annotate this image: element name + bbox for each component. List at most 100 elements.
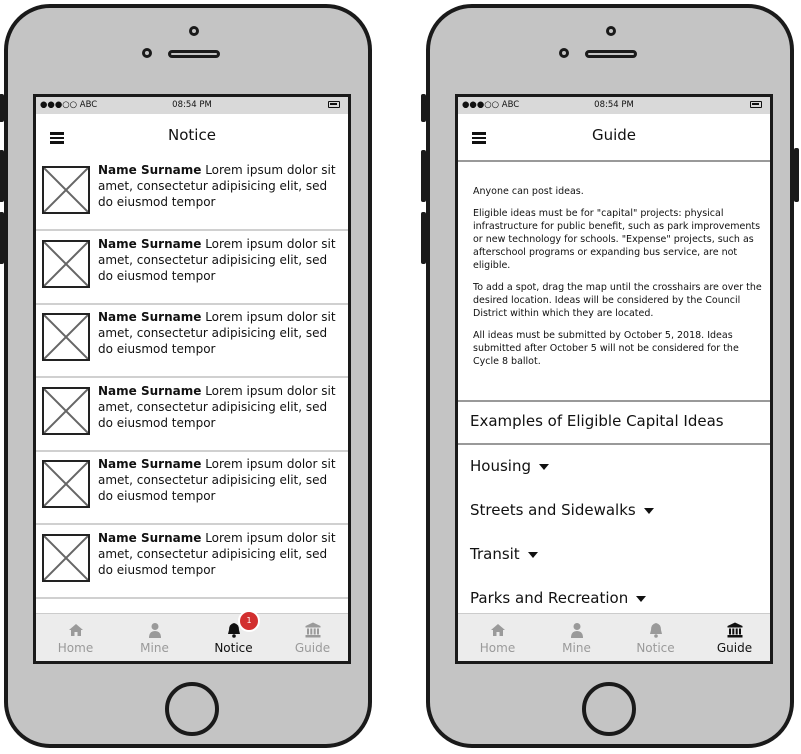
mute-switch bbox=[421, 94, 426, 122]
notice-screen: ●●●○○ ABC 08:54 PM Notice Name Surname L… bbox=[33, 94, 351, 664]
notice-text: Name Surname Lorem ipsum dolor sit amet,… bbox=[98, 162, 338, 210]
home-icon bbox=[68, 622, 84, 638]
guide-paragraph: Anyone can post ideas. bbox=[473, 186, 584, 197]
person-icon bbox=[147, 622, 163, 638]
tab-mine[interactable]: Mine bbox=[115, 614, 194, 661]
notice-item[interactable]: Name Surname Lorem ipsum dolor sit amet,… bbox=[36, 526, 348, 599]
divider bbox=[458, 400, 770, 402]
volume-up-button bbox=[0, 150, 4, 202]
image-placeholder bbox=[42, 386, 90, 435]
tab-label: Guide bbox=[716, 641, 753, 655]
guide-text: Anyone can post ideas. Eligible ideas mus… bbox=[473, 185, 763, 377]
tab-label: Home bbox=[479, 641, 516, 655]
tab-label: Notice bbox=[214, 641, 253, 655]
tab-home[interactable]: Home bbox=[458, 614, 537, 661]
right-phone-frame: ●●●○○ ABC 08:54 PM Guide Anyone can post… bbox=[421, 4, 799, 748]
image-placeholder bbox=[42, 166, 90, 214]
caret-down-icon bbox=[527, 551, 538, 558]
notice-text: Name Surname Lorem ipsum dolor sit amet,… bbox=[98, 456, 338, 504]
guide-screen: ●●●○○ ABC 08:54 PM Guide Anyone can post… bbox=[455, 94, 773, 664]
tab-label: Guide bbox=[294, 641, 331, 655]
bell-icon bbox=[648, 622, 664, 638]
clock: 08:54 PM bbox=[172, 100, 212, 110]
divider bbox=[458, 160, 770, 162]
bank-icon bbox=[727, 622, 743, 638]
person-icon bbox=[569, 622, 585, 638]
tab-label: Mine bbox=[140, 641, 169, 655]
image-placeholder bbox=[42, 533, 90, 582]
author-name: Name Surname bbox=[98, 163, 202, 177]
front-camera bbox=[559, 48, 569, 58]
guide-paragraph: All ideas must be submitted by October 5… bbox=[473, 330, 739, 367]
tab-guide[interactable]: Guide bbox=[695, 614, 770, 661]
author-name: Name Surname bbox=[98, 236, 202, 251]
caret-down-icon bbox=[643, 507, 654, 514]
accordion-label: Housing bbox=[470, 457, 531, 475]
accordion-label: Transit bbox=[470, 545, 520, 563]
tab-label: Home bbox=[57, 641, 94, 655]
author-name: Name Surname bbox=[98, 383, 202, 398]
accordion-label: Streets and Sidewalks bbox=[470, 501, 636, 519]
notice-text: Name Surname Lorem ipsum dolor sit amet,… bbox=[98, 530, 338, 578]
divider bbox=[458, 443, 770, 445]
home-button[interactable] bbox=[165, 682, 219, 736]
battery-icon bbox=[750, 101, 762, 108]
status-bar: ●●●○○ ABC 08:54 PM bbox=[36, 97, 348, 114]
notice-item[interactable]: Name Surname Lorem ipsum dolor sit amet,… bbox=[36, 158, 348, 231]
home-button[interactable] bbox=[582, 682, 636, 736]
accordion-item[interactable]: Transit bbox=[470, 545, 538, 563]
clock: 08:54 PM bbox=[594, 100, 634, 110]
tab-bar: Home Mine Notice Guide bbox=[458, 613, 770, 661]
accordion-label: Parks and Recreation bbox=[470, 589, 629, 607]
notice-text: Name Surname Lorem ipsum dolor sit amet,… bbox=[98, 236, 338, 284]
volume-down-button bbox=[0, 212, 4, 264]
page-title: Guide bbox=[591, 126, 637, 144]
author-name: Name Surname bbox=[98, 530, 202, 545]
accordion-item[interactable]: Housing bbox=[470, 457, 549, 475]
author-name: Name Surname bbox=[98, 457, 202, 471]
notification-badge: 1 bbox=[238, 610, 260, 632]
image-placeholder bbox=[42, 239, 90, 288]
accordion-item[interactable]: Parks and Recreation bbox=[470, 589, 647, 607]
tab-label: Mine bbox=[562, 641, 591, 655]
power-button bbox=[794, 148, 799, 202]
tab-label: Notice bbox=[636, 641, 675, 655]
earpiece-speaker bbox=[585, 50, 637, 58]
image-placeholder bbox=[42, 460, 90, 508]
tab-bar: Home Mine Notice 1 Guide bbox=[36, 610, 348, 661]
status-bar: ●●●○○ ABC 08:54 PM bbox=[458, 97, 770, 114]
nav-bar: Guide bbox=[458, 114, 770, 158]
volume-down-button bbox=[421, 212, 426, 264]
notice-text: Name Surname Lorem ipsum dolor sit amet,… bbox=[98, 309, 338, 357]
notice-text: Name Surname Lorem ipsum dolor sit amet,… bbox=[98, 383, 338, 431]
page-title: Notice bbox=[168, 126, 216, 144]
notice-item[interactable]: Name Surname Lorem ipsum dolor sit amet,… bbox=[36, 232, 348, 305]
caret-down-icon bbox=[636, 595, 647, 602]
caret-down-icon bbox=[538, 463, 549, 470]
guide-paragraph: Eligible ideas must be for "capital" pro… bbox=[473, 208, 761, 271]
tab-home[interactable]: Home bbox=[36, 614, 115, 661]
proximity-sensor bbox=[606, 26, 616, 36]
mute-switch bbox=[0, 94, 4, 122]
battery-icon bbox=[328, 101, 340, 108]
notice-item[interactable]: Name Surname Lorem ipsum dolor sit amet,… bbox=[36, 379, 348, 452]
nav-bar: Notice bbox=[36, 114, 348, 158]
bank-icon bbox=[305, 622, 321, 638]
accordion-item[interactable]: Streets and Sidewalks bbox=[470, 501, 654, 519]
notice-item[interactable]: Name Surname Lorem ipsum dolor sit amet,… bbox=[36, 305, 348, 378]
home-icon bbox=[490, 622, 506, 638]
author-name: Name Surname bbox=[98, 310, 202, 324]
guide-paragraph: To add a spot, drag the map until the cr… bbox=[473, 282, 762, 319]
earpiece-speaker bbox=[168, 50, 220, 58]
volume-up-button bbox=[421, 150, 426, 202]
tab-notice[interactable]: Notice bbox=[616, 614, 695, 661]
section-title: Examples of Eligible Capital Ideas bbox=[470, 412, 724, 430]
notice-item[interactable]: Name Surname Lorem ipsum dolor sit amet,… bbox=[36, 452, 348, 525]
tab-guide[interactable]: Guide bbox=[273, 614, 348, 661]
left-phone-frame: ●●●○○ ABC 08:54 PM Notice Name Surname L… bbox=[0, 4, 372, 748]
tab-notice[interactable]: Notice 1 bbox=[194, 610, 273, 661]
front-camera bbox=[142, 48, 152, 58]
image-placeholder bbox=[42, 313, 90, 361]
tab-mine[interactable]: Mine bbox=[537, 614, 616, 661]
proximity-sensor bbox=[189, 26, 199, 36]
